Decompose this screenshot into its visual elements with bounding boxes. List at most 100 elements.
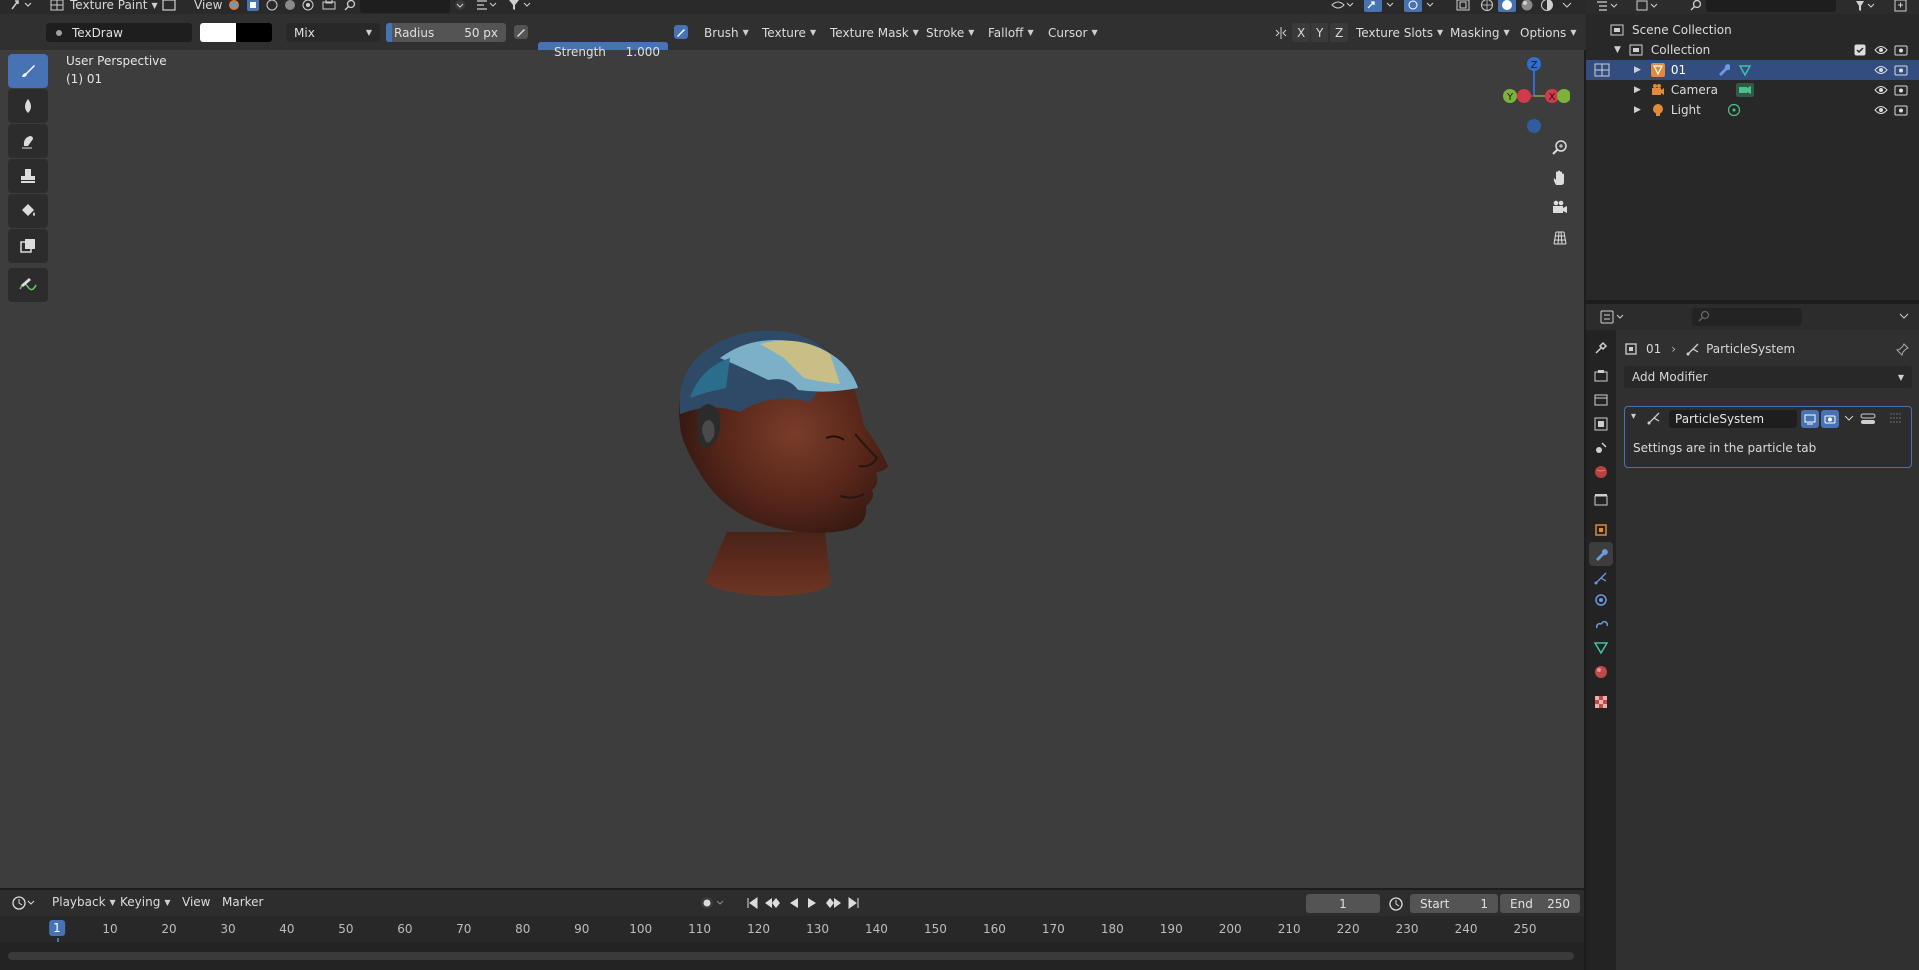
tab-physics[interactable]	[1589, 588, 1613, 612]
add-modifier-dropdown[interactable]: Add Modifier ▼	[1624, 366, 1912, 388]
header-search-field[interactable]	[360, 0, 450, 13]
orthographic-toggle-button[interactable]	[1546, 224, 1574, 252]
xray-toggle-icon[interactable]	[1456, 0, 1470, 13]
gizmo-toggle-icon[interactable]	[1364, 0, 1396, 13]
gizmo-neg-z-axis[interactable]	[1527, 119, 1541, 133]
shading-options-chevron-icon[interactable]	[1562, 0, 1572, 13]
backface-icon[interactable]	[302, 0, 314, 13]
cursor-menu[interactable]: Cursor ▼	[1048, 23, 1098, 42]
gizmo-neg-x-axis[interactable]	[1517, 89, 1531, 103]
auto-keying-icon[interactable]	[700, 896, 726, 910]
mode-selector[interactable]: Texture Paint ▼	[70, 0, 158, 13]
previous-keyframe-icon[interactable]	[764, 896, 782, 910]
visibility-toggle-icon[interactable]	[1330, 0, 1354, 13]
outliner-editor-type-icon[interactable]	[1596, 0, 1620, 12]
brush-menu[interactable]: Brush ▼	[704, 23, 749, 42]
editor-type-icon[interactable]	[10, 0, 32, 13]
texture-menu[interactable]: Texture ▼	[762, 23, 816, 42]
outliner-item-01[interactable]: ▶ 01	[1586, 60, 1919, 80]
filter-icon[interactable]	[508, 0, 532, 13]
strength-slider[interactable]: Strength 1.000	[538, 42, 668, 61]
annotate-tool-button[interactable]	[8, 268, 48, 302]
smear-tool-button[interactable]	[8, 124, 48, 158]
item-01-render-camera-icon[interactable]	[1894, 64, 1908, 76]
radius-slider[interactable]: Radius 50 px	[386, 23, 506, 42]
mask-tool-button[interactable]	[8, 229, 48, 263]
texture-mask-menu[interactable]: Texture Mask ▼	[830, 23, 919, 42]
tab-material[interactable]	[1589, 660, 1613, 684]
options-menu[interactable]: Options ▼	[1520, 23, 1576, 42]
blend-mode-dropdown[interactable]: Mix ▼	[286, 23, 380, 42]
exclude-checkbox[interactable]	[1854, 44, 1866, 56]
properties-options-chevron-icon[interactable]	[1898, 310, 1910, 322]
pivot-icon[interactable]	[476, 0, 498, 13]
masking-menu[interactable]: Masking ▼	[1450, 23, 1510, 42]
outliner-filter-icon[interactable]	[1854, 0, 1884, 12]
light-expand-arrow[interactable]: ▶	[1634, 105, 1641, 115]
mirror-x-toggle[interactable]: X	[1292, 23, 1311, 42]
secondary-color-swatch[interactable]	[236, 23, 272, 42]
timeline-view-menu[interactable]: View	[182, 895, 210, 909]
modifier-extra-chevron-icon[interactable]	[1843, 414, 1855, 424]
tab-particles[interactable]	[1589, 566, 1613, 590]
playback-menu[interactable]: Playback ▼	[52, 895, 116, 909]
material-preview-icon[interactable]	[1520, 0, 1534, 13]
rendered-shading-icon[interactable]	[1540, 0, 1554, 13]
view-menu[interactable]: View	[194, 0, 222, 13]
print-icon[interactable]	[322, 0, 336, 13]
next-keyframe-icon[interactable]	[824, 896, 842, 910]
pan-button[interactable]	[1546, 164, 1574, 192]
material-mode-icon[interactable]	[228, 0, 240, 13]
modifier-toggle-icon[interactable]	[1859, 410, 1877, 428]
tab-texture[interactable]	[1589, 690, 1613, 714]
tab-world[interactable]	[1589, 460, 1613, 484]
end-frame-field[interactable]: End 250	[1500, 894, 1580, 913]
outliner-search-field[interactable]	[1706, 0, 1836, 12]
gizmo-neg-y-axis[interactable]	[1557, 89, 1570, 103]
keying-menu[interactable]: Keying ▼	[120, 895, 170, 909]
mirror-y-toggle[interactable]: Y	[1311, 23, 1329, 42]
image-paint-icon[interactable]	[162, 0, 176, 13]
properties-search-field[interactable]	[1692, 308, 1802, 326]
clone-tool-button[interactable]	[8, 159, 48, 193]
play-reverse-icon[interactable]	[788, 896, 800, 910]
tab-tool[interactable]	[1589, 336, 1613, 360]
navigation-gizmo[interactable]: Z Y X	[1494, 52, 1570, 136]
timeline-editor-type-icon[interactable]	[12, 896, 36, 910]
chevron-down-icon[interactable]	[454, 0, 466, 13]
camera-view-button[interactable]	[1546, 194, 1574, 222]
outliner-search-icon[interactable]	[1690, 0, 1702, 12]
jump-to-end-icon[interactable]	[848, 896, 860, 910]
camera-expand-arrow[interactable]: ▶	[1634, 85, 1641, 95]
draw-tool-button[interactable]	[8, 54, 48, 88]
brush-selector[interactable]: TexDraw	[46, 23, 192, 42]
camera-visibility-eye-icon[interactable]	[1874, 84, 1888, 96]
current-frame-field[interactable]: 1	[1306, 894, 1380, 913]
tab-constraints[interactable]	[1589, 612, 1613, 636]
playhead-frame-marker[interactable]: 1	[49, 920, 65, 936]
light-visibility-eye-icon[interactable]	[1874, 104, 1888, 116]
modifier-name-field[interactable]: ParticleSystem	[1669, 410, 1797, 428]
radius-pressure-icon[interactable]	[514, 25, 528, 39]
stroke-menu[interactable]: Stroke ▼	[926, 23, 974, 42]
texture-slots-menu[interactable]: Texture Slots ▼	[1356, 23, 1443, 42]
wireframe-shading-icon[interactable]	[1480, 0, 1494, 13]
outliner-item-light[interactable]: ▶ Light	[1586, 100, 1919, 120]
zoom-button[interactable]	[1546, 134, 1574, 162]
collection-row[interactable]: ▼ Collection	[1586, 40, 1919, 60]
marker-menu[interactable]: Marker	[222, 895, 263, 909]
fill-tool-button[interactable]	[8, 194, 48, 228]
show-in-render-icon[interactable]	[1821, 410, 1839, 428]
tab-data[interactable]	[1589, 636, 1613, 660]
solid-shading-icon[interactable]	[1498, 0, 1516, 13]
tab-modifiers[interactable]	[1589, 542, 1613, 566]
occlusion-icon[interactable]	[284, 0, 296, 13]
start-frame-field[interactable]: Start 1	[1410, 894, 1498, 913]
display-mode-icon[interactable]	[1636, 0, 1660, 12]
item-01-visibility-eye-icon[interactable]	[1874, 64, 1888, 76]
3d-viewport[interactable]: User Perspective (1) 01 Z Y X	[0, 50, 1584, 888]
tab-scene[interactable]	[1589, 436, 1613, 460]
tab-object[interactable]	[1589, 518, 1613, 542]
modifier-collapse-arrow[interactable]: ▾	[1631, 411, 1636, 422]
primary-color-swatch[interactable]	[200, 23, 236, 42]
